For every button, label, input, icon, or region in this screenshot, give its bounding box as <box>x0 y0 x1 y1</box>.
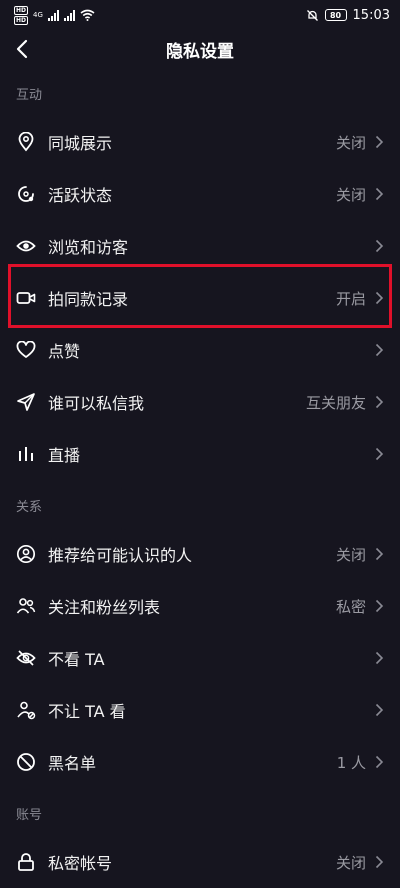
chevron-right-icon <box>375 547 384 561</box>
location-pin-icon <box>16 132 36 152</box>
setting-row-follow-fans-list[interactable]: 关注和粉丝列表 私密 <box>0 580 400 632</box>
signal-icon <box>47 9 59 21</box>
setting-value: 关闭 <box>335 133 366 152</box>
status-left: HD HD 4G <box>14 5 95 25</box>
chevron-right-icon <box>375 599 384 613</box>
setting-row-likes[interactable]: 点赞 <box>0 324 400 376</box>
status-bar: HD HD 4G 80 15:03 <box>0 0 400 30</box>
chevron-right-icon <box>375 395 384 409</box>
page-title: 隐私设置 <box>166 41 234 62</box>
setting-row-active-status[interactable]: 活跃状态 关闭 <box>0 168 400 220</box>
status-right: 80 15:03 <box>306 8 390 23</box>
chevron-right-icon <box>375 651 384 665</box>
setting-label: 黑名单 <box>48 754 97 773</box>
setting-row-who-can-message[interactable]: 谁可以私信我 互关朋友 <box>0 376 400 428</box>
setting-label: 推荐给可能认识的人 <box>48 546 193 565</box>
setting-row-blacklist[interactable]: 黑名单 1 人 <box>0 736 400 788</box>
chevron-right-icon <box>375 135 384 149</box>
back-button[interactable] <box>12 38 34 60</box>
users-icon <box>16 596 36 616</box>
hd-badge-1: HD <box>14 5 29 15</box>
eye-icon <box>16 236 36 256</box>
setting-row-local-display[interactable]: 同城展示 关闭 <box>0 116 400 168</box>
section-header-account: 账号 <box>16 808 43 823</box>
activity-status-icon <box>16 184 36 204</box>
section-header-relationship: 关系 <box>16 500 43 515</box>
mute-bell-icon <box>306 9 318 21</box>
chevron-right-icon <box>375 343 384 357</box>
setting-label: 同城展示 <box>48 134 113 153</box>
chevron-right-icon <box>375 447 384 461</box>
user-block-icon <box>16 700 36 720</box>
highlight-frame <box>8 264 392 328</box>
setting-label: 点赞 <box>48 342 81 361</box>
chevron-right-icon <box>375 239 384 253</box>
send-icon <box>16 392 36 412</box>
nav-bar: 隐私设置 <box>0 30 400 68</box>
wifi-icon <box>80 9 95 21</box>
chevron-right-icon <box>375 755 384 769</box>
eye-off-icon <box>16 648 36 668</box>
setting-label: 不看 TA <box>48 650 105 669</box>
network-type: 4G <box>33 11 43 19</box>
setting-label: 不让 TA 看 <box>48 702 126 721</box>
chevron-left-icon <box>16 39 28 59</box>
setting-label: 私密帐号 <box>48 854 113 873</box>
setting-label: 关注和粉丝列表 <box>48 598 161 617</box>
ban-icon <box>16 752 36 772</box>
setting-row-dont-let-ta-see[interactable]: 不让 TA 看 <box>0 684 400 736</box>
signal-icon-2 <box>63 9 75 21</box>
chevron-right-icon <box>375 187 384 201</box>
chevron-right-icon <box>375 855 384 869</box>
user-circle-icon <box>16 544 36 564</box>
setting-label: 谁可以私信我 <box>48 394 145 413</box>
setting-label: 活跃状态 <box>48 186 113 205</box>
setting-value: 关闭 <box>335 853 366 872</box>
lock-icon <box>16 852 36 872</box>
setting-label: 直播 <box>48 446 81 465</box>
chevron-right-icon <box>375 703 384 717</box>
setting-value: 关闭 <box>335 185 366 204</box>
setting-value: 关闭 <box>335 545 366 564</box>
hd-badge-2: HD <box>14 15 29 25</box>
battery-icon: 80 <box>324 9 347 21</box>
live-bars-icon <box>16 444 36 464</box>
setting-row-dont-see-ta[interactable]: 不看 TA <box>0 632 400 684</box>
setting-value: 1 人 <box>336 753 366 772</box>
setting-row-private-account[interactable]: 私密帐号 关闭 <box>0 836 400 888</box>
hd-indicators: HD HD <box>14 5 29 25</box>
setting-row-recommend-to-acquaintances[interactable]: 推荐给可能认识的人 关闭 <box>0 528 400 580</box>
setting-value: 私密 <box>335 597 366 616</box>
section-header-interaction: 互动 <box>16 88 43 103</box>
setting-label: 浏览和访客 <box>48 238 129 257</box>
status-time: 15:03 <box>352 7 390 23</box>
heart-icon <box>16 340 36 360</box>
setting-row-live[interactable]: 直播 <box>0 428 400 480</box>
setting-value: 互关朋友 <box>305 393 366 412</box>
